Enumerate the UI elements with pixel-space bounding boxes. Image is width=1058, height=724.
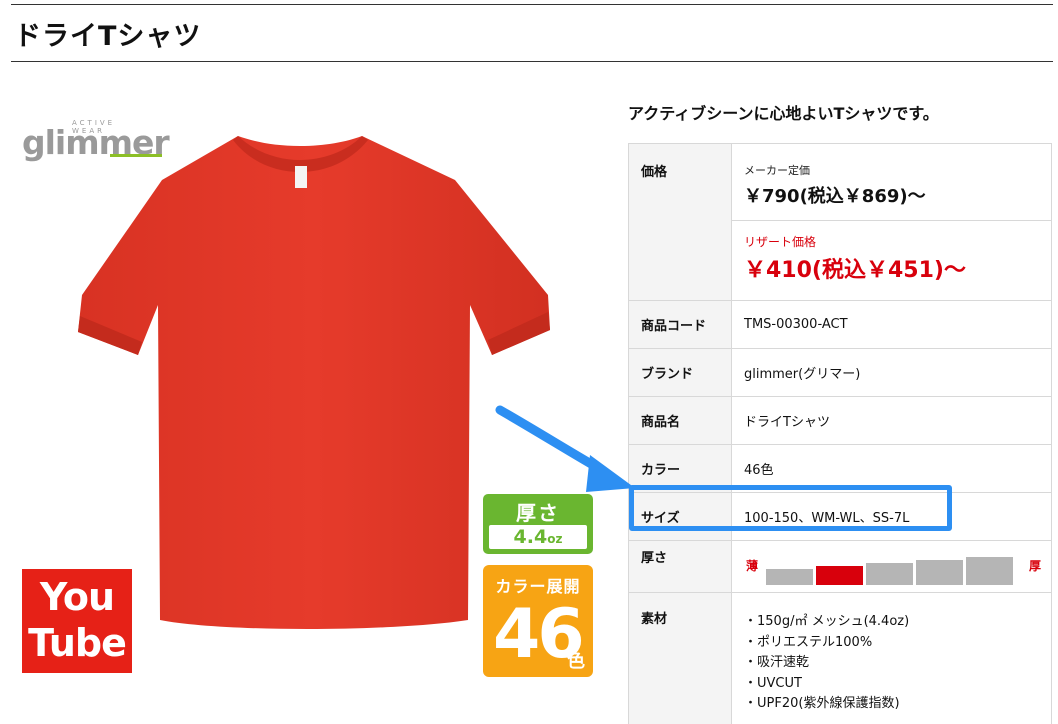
header-top-rule [11,4,1053,5]
thin-label: 薄 [746,559,759,573]
spec-label: ブランド [629,349,732,396]
maker-price-label: メーカー定価 [744,164,810,177]
material-list: ・150g/㎡ メッシュ(4.4oz) ・ポリエステル100% ・吸汗速乾・UVCU… [744,608,1039,715]
thickness-badge: 厚さ 4.4oz [483,494,593,554]
thickness-badge-value-box: 4.4oz [489,525,587,549]
material-item: ・UPF20(紫外線保護指数) [744,696,900,711]
color-badge-label: カラー展開 [495,577,581,596]
thickness-meter: 薄 厚 [744,541,1041,591]
youtube-button[interactable]: You Tube [22,569,132,673]
spec-row-material: 素材 ・150g/㎡ メッシュ(4.4oz) ・ポリエステル100% ・吸汗速乾・U… [628,593,1052,724]
thickness-segment [816,566,863,585]
spec-row-price: 価格 メーカー定価 ￥790(税込￥869)〜 リザート価格 ￥410(税込￥4… [628,144,1052,301]
spec-value: TMS-00300-ACT [744,317,848,332]
page-title: ドライTシャツ [14,21,202,52]
thickness-segment [866,563,913,585]
color-count-badge: カラー展開 46 色 [483,565,593,677]
header-bottom-rule [11,61,1053,62]
thickness-badge-value: 4.4 [513,526,548,548]
catch-copy: アクティブシーンに心地よいTシャツです。 [628,104,939,123]
thick-label: 厚 [1028,559,1041,573]
spec-value: glimmer(グリマー) [744,367,861,382]
spec-table: 価格 メーカー定価 ￥790(税込￥869)〜 リザート価格 ￥410(税込￥4… [628,143,1052,724]
thickness-segment [966,557,1013,585]
pointer-arrow-icon [495,405,635,492]
spec-label-price: 価格 [629,144,732,300]
spec-label: 商品コード [629,301,732,348]
color-badge-suffix: 色 [567,651,585,672]
spec-label-thickness: 厚さ [629,541,732,592]
material-cell: ・150g/㎡ メッシュ(4.4oz) ・ポリエステル100% ・吸汗速乾・UVCU… [732,593,1051,724]
material-item: ・UVCUT [744,675,802,691]
size-row-highlight [629,485,952,531]
spec-row-brand: ブランド glimmer(グリマー) [628,349,1052,397]
youtube-label-line2: Tube [28,621,127,665]
price-block: メーカー定価 ￥790(税込￥869)〜 リザート価格 ￥410(税込￥451)… [732,144,1051,300]
material-item: ・ポリエステル100% [744,634,873,650]
spec-row-code: 商品コード TMS-00300-ACT [628,301,1052,349]
thickness-badge-label: 厚さ [516,501,560,525]
resort-price-label: リザート価格 [744,235,817,249]
material-item: ・150g/㎡ メッシュ(4.4oz) [744,614,910,629]
spec-row-thickness: 厚さ 薄 厚 [628,541,1052,593]
spec-row-name: 商品名 ドライTシャツ [628,397,1052,445]
resort-price-value: ￥410(税込￥451)〜 [744,258,966,283]
material-item: ・吸汗速乾 [744,655,810,670]
thickness-segment [916,560,963,585]
youtube-label-line1: You [39,575,115,619]
thickness-segment [766,569,813,585]
thickness-meter-cell: 薄 厚 [732,541,1051,592]
spec-label-material: 素材 [629,593,732,724]
maker-price-value: ￥790(税込￥869)〜 [744,186,926,207]
thickness-badge-unit: oz [547,532,563,546]
price-divider [732,220,1051,221]
spec-value: ドライTシャツ [744,415,830,430]
